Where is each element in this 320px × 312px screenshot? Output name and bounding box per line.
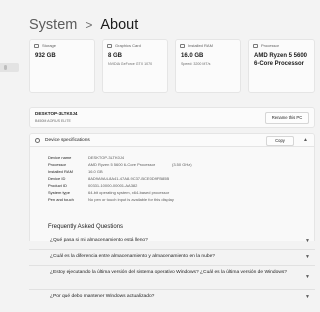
divider <box>29 265 315 266</box>
faq-item[interactable]: ¿Qué pasa si mi almacenamiento está llen… <box>50 237 308 245</box>
spec-label: Pen and touch <box>48 197 74 202</box>
breadcrumb-separator: > <box>85 18 93 32</box>
ram-card[interactable]: Installed RAM 16.0 GB Speed: 3200 MT/s <box>175 39 241 93</box>
sidebar-selection-indicator <box>4 65 7 70</box>
chevron-up-icon[interactable]: ▲ <box>303 137 308 143</box>
card-value: 16.0 GB <box>181 53 204 59</box>
device-model: B450M AORUS ELITE <box>35 119 71 123</box>
page-title: About <box>100 17 139 33</box>
card-label: Storage <box>42 43 57 48</box>
spec-label: Device ID <box>48 176 66 181</box>
faq-question: ¿Qué pasa si mi almacenamiento está llen… <box>50 238 148 243</box>
spec-value: No pen or touch input is available for t… <box>88 197 174 202</box>
device-specifications-header[interactable]: Device specifications Copy ▲ <box>29 133 315 147</box>
sidebar <box>0 0 19 312</box>
card-subtext: NVIDIA GeForce GTX 1070 <box>108 62 153 66</box>
breadcrumb-system-link[interactable]: System <box>29 17 77 33</box>
faq-item[interactable]: ¿Por qué debo mantener Windows actualiza… <box>50 293 308 301</box>
chevron-down-icon[interactable]: ▼ <box>305 274 310 280</box>
card-label: Graphics Card <box>115 43 141 48</box>
card-value: 8 GB <box>108 53 123 59</box>
spec-label: Device name <box>48 155 72 160</box>
card-value: AMD Ryzen 5 5600 6-Core Processor <box>254 53 308 67</box>
processor-icon <box>253 44 258 48</box>
card-value: 932 GB <box>35 53 56 59</box>
spec-label: Installed RAM <box>48 169 73 174</box>
spec-value: 16.0 GB <box>88 169 103 174</box>
spec-value: 00331-10000-00001-AA382 <box>88 183 138 188</box>
spec-extra: (3.50 GHz) <box>172 162 192 167</box>
graphics-card-card[interactable]: Graphics Card 8 GB NVIDIA GeForce GTX 10… <box>102 39 168 93</box>
faq-question: ¿Cuál es la diferencia entre almacenamie… <box>50 254 216 259</box>
faq-item[interactable]: ¿Estoy ejecutando la última versión del … <box>50 269 308 277</box>
spec-value: AMD Ryzen 5 5600 6-Core Processor <box>88 162 156 167</box>
copy-button[interactable]: Copy <box>266 136 294 146</box>
card-label: Installed RAM <box>188 43 213 48</box>
graphics-card-icon <box>107 44 112 48</box>
info-icon <box>35 138 40 143</box>
spec-value: DESKTOP-3LTK0J4 <box>88 155 125 160</box>
spec-cards: Storage 932 GB Graphics Card 8 GB NVIDIA… <box>29 39 315 93</box>
divider <box>29 289 315 290</box>
spec-value: 8AD9A9A4-8A41-47A8-9C37-BCE0D9FB85B <box>88 176 170 181</box>
faq-item[interactable]: ¿Cuál es la diferencia entre almacenamie… <box>50 253 308 261</box>
divider <box>29 249 315 250</box>
device-name: DESKTOP-3LTK0J4 <box>35 111 78 116</box>
chevron-down-icon[interactable]: ▼ <box>305 238 310 244</box>
card-subtext: Speed: 3200 MT/s <box>181 62 211 66</box>
sidebar-selected-item[interactable] <box>0 63 19 72</box>
specs-title: Device specifications <box>45 138 90 143</box>
faq-heading: Frequently Asked Questions <box>48 224 124 230</box>
spec-label: Processor <box>48 162 67 167</box>
card-label: Processor <box>261 43 280 48</box>
breadcrumb: System > About <box>29 14 138 36</box>
storage-icon <box>34 44 39 48</box>
faq-question: ¿Por qué debo mantener Windows actualiza… <box>50 294 155 299</box>
rename-pc-button[interactable]: Rename this PC <box>265 112 309 124</box>
spec-value: 64-bit operating system, x64-based proce… <box>88 190 170 195</box>
device-name-panel: DESKTOP-3LTK0J4 B450M AORUS ELITE Rename… <box>29 107 315 128</box>
spec-label: System type <box>48 190 71 195</box>
spec-label: Product ID <box>48 183 67 188</box>
ram-icon <box>180 44 185 48</box>
chevron-down-icon[interactable]: ▼ <box>305 254 310 260</box>
storage-card[interactable]: Storage 932 GB <box>29 39 95 93</box>
chevron-down-icon[interactable]: ▼ <box>305 294 310 300</box>
faq-question: ¿Estoy ejecutando la última versión del … <box>50 270 288 275</box>
processor-card[interactable]: Processor AMD Ryzen 5 5600 6-Core Proces… <box>248 39 315 93</box>
